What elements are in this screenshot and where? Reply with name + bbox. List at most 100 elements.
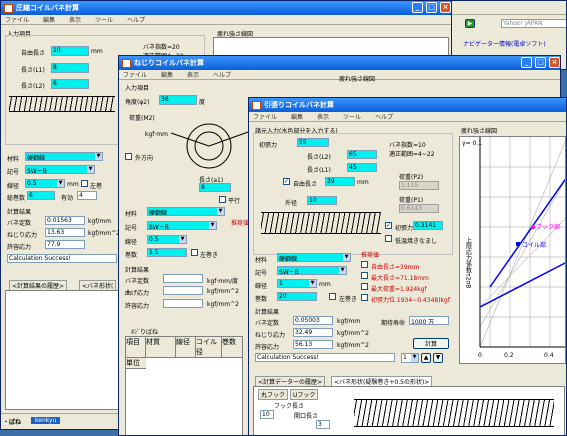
l1-input[interactable]: 45 xyxy=(347,163,377,172)
open-length-label: 開口長さ xyxy=(294,413,319,420)
wire-label: 線径 xyxy=(7,183,20,190)
code-select[interactable]: SW－B xyxy=(277,266,347,275)
material-select[interactable]: 硬鋼線 xyxy=(147,207,225,216)
app-icon xyxy=(252,100,261,110)
taskbar-item[interactable]: kenkyu xyxy=(31,417,61,424)
minimize-button[interactable]: _ xyxy=(412,2,423,13)
record-up-button[interactable]: ▲ xyxy=(421,353,431,363)
initial-tension-input[interactable]: 55 xyxy=(297,138,329,147)
maximize-button[interactable]: □ xyxy=(426,2,437,13)
wire-select[interactable]: 1 xyxy=(277,279,317,288)
hook-length-label: フック長さ xyxy=(274,403,305,410)
p2-label: 荷重(P2) xyxy=(399,174,424,181)
total-turns-label: 総巻数 xyxy=(7,195,26,202)
initial-tension-checkbox[interactable]: ✓ xyxy=(385,222,392,229)
rec-max-len-checkbox[interactable] xyxy=(361,272,368,279)
menu-bar: ファイル 編集 表示 ツール ヘルプ xyxy=(1,15,451,25)
material-label: 材料 xyxy=(125,211,138,218)
calculate-button[interactable]: 計算 xyxy=(413,338,449,349)
wire-select[interactable]: 0.5 xyxy=(25,179,65,188)
rec-initial-checkbox[interactable] xyxy=(361,294,368,301)
spring-index: バネ指数=10 xyxy=(389,142,426,149)
maximize-button[interactable]: □ xyxy=(535,57,546,68)
length-a1-input[interactable]: 8 xyxy=(199,183,231,192)
menu-view[interactable]: 表示 xyxy=(317,112,329,121)
angle-label: 角度(φ2) xyxy=(125,99,150,106)
free-length-label: 自由長さ xyxy=(21,50,46,57)
window-title: 引張りコイルバネ計算 xyxy=(264,101,334,109)
menu-file[interactable]: ファイル xyxy=(123,70,147,79)
taskbar-start[interactable]: ・ばね xyxy=(3,417,21,426)
menu-view[interactable]: 表示 xyxy=(187,70,199,79)
total-turns-input[interactable]: 6 xyxy=(27,191,55,200)
left-wind-checkbox[interactable] xyxy=(81,180,88,187)
spring-const-label: バネ定数 xyxy=(125,278,150,285)
go-button[interactable]: ▶ xyxy=(465,19,475,28)
torsion-stress-label: ねじり応力 xyxy=(7,232,38,239)
rec-max-load-checkbox[interactable] xyxy=(361,283,368,290)
menu-file[interactable]: ファイル xyxy=(5,15,29,24)
left-wind-checkbox[interactable] xyxy=(191,249,198,256)
free-length-input[interactable]: 39 xyxy=(325,177,355,186)
menu-edit[interactable]: 編集 xyxy=(43,15,55,24)
close-button[interactable]: × xyxy=(549,57,560,68)
free-length-unit: mm xyxy=(357,179,369,186)
menu-edit[interactable]: 編集 xyxy=(161,70,173,79)
menu-tools[interactable]: ツール xyxy=(95,15,113,24)
turns-label: 巻数 xyxy=(255,296,268,303)
menu-help[interactable]: ヘルプ xyxy=(375,112,393,121)
browser-links[interactable]: ナビゲーター情報(電卓ソフト) xyxy=(463,39,546,48)
coil-point xyxy=(516,242,520,246)
record-select[interactable]: 1 xyxy=(401,353,419,363)
code-select[interactable]: SW－B xyxy=(25,165,95,174)
rec-free-checkbox[interactable] xyxy=(361,261,368,268)
app-icon xyxy=(122,58,131,68)
material-select[interactable]: 硬鋼線 xyxy=(277,253,351,262)
browser-search-input[interactable]: Yahoo! JAPAN xyxy=(501,19,566,28)
col-coil: コイル径 xyxy=(196,337,222,357)
spring-const-unit: kgf/mm xyxy=(88,218,112,225)
menu-tools[interactable]: ツール xyxy=(343,112,361,121)
app-icon xyxy=(4,3,13,13)
outer-diameter-label: 外径 xyxy=(285,200,298,207)
material-select[interactable]: 硬鋼線 xyxy=(25,152,103,161)
l2-input[interactable]: 65 xyxy=(347,150,377,159)
free-length-input[interactable]: 10 xyxy=(51,46,89,56)
material-label: 材料 xyxy=(255,257,268,264)
minimize-button[interactable]: _ xyxy=(521,57,532,68)
open-length-input[interactable]: 3 xyxy=(316,420,330,429)
menu-help[interactable]: ヘルプ xyxy=(127,15,145,24)
gamma-label: γ= 0.1 xyxy=(462,140,482,147)
menu-view[interactable]: 表示 xyxy=(69,15,81,24)
turns-input[interactable]: 20 xyxy=(277,292,317,301)
allow-stress-label: 許容応力 xyxy=(255,344,280,351)
outer-dir-checkbox[interactable] xyxy=(125,153,132,160)
effective-label: 有効 xyxy=(61,195,74,202)
spring-const-label: バネ定数 xyxy=(255,320,280,327)
menu-edit[interactable]: 編集 xyxy=(291,112,303,121)
menu-help[interactable]: ヘルプ xyxy=(213,70,231,79)
left-wind-checkbox[interactable] xyxy=(329,293,336,300)
initial-tension-cb-label: 初張力 xyxy=(395,225,414,232)
l1-input[interactable]: 8 xyxy=(51,63,89,73)
close-button[interactable]: × xyxy=(440,2,451,13)
hook-length-input[interactable]: 10 xyxy=(260,410,274,419)
outer-diameter-input[interactable]: 10 xyxy=(307,196,337,205)
wire-select[interactable]: 0.5 xyxy=(147,235,187,244)
menu-file[interactable]: ファイル xyxy=(253,112,277,121)
initial-tension-cb-value[interactable]: 0.3141 xyxy=(413,221,443,230)
record-down-button[interactable]: ▼ xyxy=(433,353,443,363)
parallel-checkbox[interactable] xyxy=(219,196,226,203)
l1-label: 長さ(L1) xyxy=(21,67,45,74)
code-select[interactable]: SW－B xyxy=(147,221,217,230)
turns-input[interactable]: 1.5 xyxy=(147,248,187,257)
low-temp-anneal-checkbox[interactable] xyxy=(385,235,392,242)
free-length-checkbox[interactable]: ✓ xyxy=(283,178,290,185)
tab-u-hook[interactable]: Uフック xyxy=(290,389,319,400)
l2-input[interactable]: 6 xyxy=(51,79,89,89)
torsion-stress-value: 13.63 xyxy=(45,228,85,237)
col-wire: 線径 xyxy=(176,337,196,357)
bend-stress-unit: kgf/mm^2 xyxy=(207,288,239,295)
effective-value: 4 xyxy=(77,191,97,200)
tab-round-hook[interactable]: 丸フック xyxy=(258,389,289,400)
